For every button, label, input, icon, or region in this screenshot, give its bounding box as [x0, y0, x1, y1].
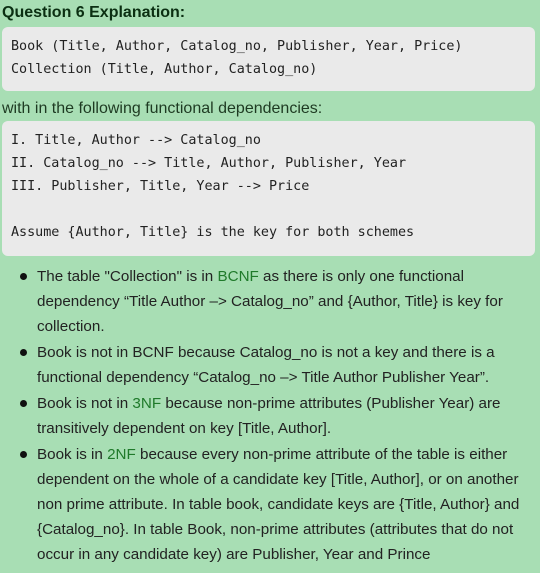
- bullet-icon: [20, 400, 27, 407]
- list-item: Book is not in 3NF because non-prime att…: [20, 391, 540, 441]
- fd-code-block: I. Title, Author --> Catalog_no II. Catal…: [2, 121, 535, 256]
- question-title: Question 6 Explanation:: [2, 4, 186, 21]
- schema-code-block: Book (Title, Author, Catalog_no, Publish…: [2, 27, 535, 91]
- bullet-icon: [20, 273, 27, 280]
- bullet-icon: [20, 451, 27, 458]
- fd-line: III. Publisher, Title, Year --> Price: [11, 179, 310, 194]
- schema-line: Book (Title, Author, Catalog_no, Publish…: [11, 39, 463, 54]
- list-item: Book is in 2NF because every non-prime a…: [20, 442, 540, 567]
- fd-line-blank: ​: [11, 198, 535, 221]
- intro-text: with in the following functional depende…: [2, 100, 323, 117]
- fd-line: Assume {Author, Title} is the key for bo…: [11, 225, 415, 240]
- highlight-term: 2NF: [107, 446, 136, 463]
- fd-line: II. Catalog_no --> Title, Author, Publis…: [11, 156, 407, 171]
- schema-line: Collection (Title, Author, Catalog_no): [11, 62, 318, 77]
- bullet-icon: [20, 349, 27, 356]
- explanation-list: The table "Collection" is in BCNF as the…: [0, 264, 540, 567]
- list-item: The table "Collection" is in BCNF as the…: [20, 264, 540, 339]
- highlight-term: BCNF: [217, 268, 259, 285]
- list-item: Book is not in BCNF because Catalog_no i…: [20, 340, 540, 390]
- highlight-term: 3NF: [132, 395, 162, 412]
- fd-line: I. Title, Author --> Catalog_no: [11, 133, 261, 148]
